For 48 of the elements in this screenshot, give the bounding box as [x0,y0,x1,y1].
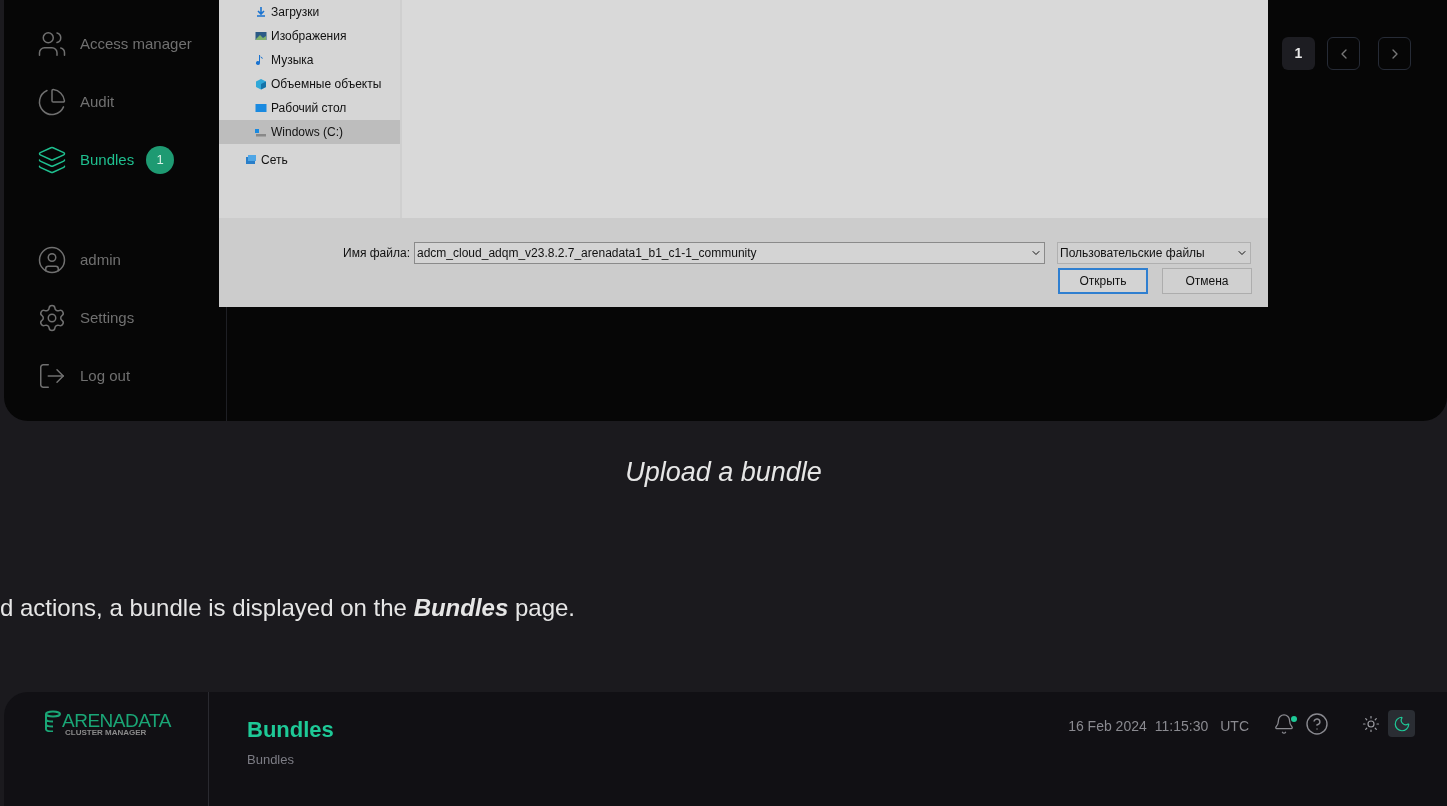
folder-item[interactable]: Музыка [219,48,400,72]
picture-icon [255,30,267,42]
field-label: Имя файла: [342,245,411,262]
folder-item[interactable]: Windows (C:) [219,120,400,144]
desktop-icon [255,102,267,114]
folder-item[interactable]: Изображения [219,24,400,48]
sidebar-item[interactable]: admin [37,245,121,275]
filename-field[interactable]: adcm_cloud_adqm_v23.8.2.7_arenadata1_b1_c1-1_community [414,242,1045,264]
sidebar-item[interactable]: Log out [37,361,131,391]
file-type-select[interactable]: Пользовательские файлы [1057,242,1251,264]
help-button[interactable] [1305,712,1329,736]
sidebar-item[interactable]: Access manager [37,29,192,59]
user-circle-icon [37,245,67,275]
users-icon [37,29,67,59]
page-button[interactable]: 1 [1282,37,1315,70]
sidebar-item[interactable]: Bundles [37,145,135,175]
date-text: 16 Feb 2024 [1068,717,1147,736]
sidebar-item[interactable]: Audit [37,87,115,117]
logout-icon [37,361,67,391]
network-icon [245,154,257,166]
cube-icon [255,78,267,90]
dialog-button[interactable]: Открыть [1058,268,1148,294]
sun-icon [1361,714,1380,733]
breadcrumb[interactable]: Bundles [247,750,1069,770]
moon-icon [1392,714,1411,733]
settings-icon [37,303,67,333]
theme-button[interactable] [1388,710,1415,737]
page-title: Bundles [247,716,335,744]
time-text: 11:15:30 [1154,717,1209,736]
help-icon [1305,712,1329,736]
timezone-text: UTC [1220,717,1249,736]
sidebar-item[interactable]: Settings [37,303,135,333]
figure-caption: Upload a bundle [624,456,823,488]
dialog-button[interactable]: Отмена [1162,268,1252,294]
download-icon [255,6,267,18]
pie-chart-icon [37,87,67,117]
notifications-button[interactable] [1273,712,1297,736]
folder-item[interactable]: Загрузки [219,0,400,24]
folder-item[interactable]: Объемные объекты [219,72,400,96]
drive-icon [255,126,267,138]
folder-item[interactable]: Рабочий стол [219,96,400,120]
bell-icon [1273,713,1295,735]
paragraph: d actions, a bundle is displayed on the Bundles page. [0,593,577,623]
database-icon [44,710,62,732]
logo: ARENADATA CLUSTER MANAGER [44,710,208,737]
folder-item[interactable]: Сеть [219,148,400,172]
layers-icon [37,145,67,175]
count-badge: 1 [146,146,175,174]
